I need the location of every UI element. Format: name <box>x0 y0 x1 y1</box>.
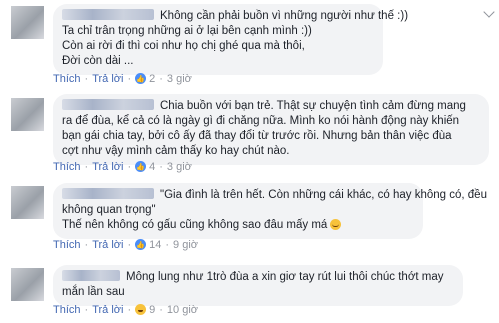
commenter-name[interactable] <box>62 9 154 20</box>
reaction-count: 4 <box>149 161 156 173</box>
smile-emoji-icon <box>330 219 342 230</box>
reaction-summary[interactable]: 9 <box>135 304 155 316</box>
comment-text-line: "Gia đình là trên hết. Còn những cái khá… <box>160 189 487 201</box>
comment-text-line: mắn lần sau <box>62 286 125 298</box>
comment-text-line: bạn gái chia tay, bởi cô ấy đã thay đổi … <box>62 130 452 142</box>
reaction-count: 14 <box>149 239 162 251</box>
like-link[interactable]: Thích <box>53 239 81 251</box>
commenter-name[interactable] <box>62 270 120 281</box>
comment-timestamp[interactable]: 9 giờ <box>173 239 198 251</box>
comment-actions: Thích·Trả lời·4·3 giờ <box>53 160 192 175</box>
comment-text-line: Chia buồn với bạn trẻ. Thật sự chuyện tì… <box>160 100 466 112</box>
commenter-name[interactable] <box>62 188 154 199</box>
comment-timestamp[interactable]: 3 giờ <box>167 73 192 85</box>
comment-bubble: Mông lung như 1trò đùa a xin giơ tay rút… <box>53 265 463 306</box>
like-link[interactable]: Thích <box>53 304 81 316</box>
commenter-avatar[interactable] <box>11 268 44 301</box>
comment-text-line: cợt như vậy mình cảm thấy ko hay chút nà… <box>62 145 290 157</box>
reply-link[interactable]: Trả lời <box>92 73 123 85</box>
commenter-avatar[interactable] <box>11 98 44 131</box>
commenter-name[interactable] <box>62 99 154 110</box>
comment-text-line: Mông lung như 1trò đùa a xin giơ tay rút… <box>126 271 444 283</box>
comment-bubble: Không cần phải buồn vì những người như t… <box>53 4 408 75</box>
reaction-count: 2 <box>149 73 156 85</box>
comment-actions: Thích·Trả lời·2·3 giờ <box>53 72 192 87</box>
comment-text-line: không quan trọng" <box>62 204 156 216</box>
comment-text-line: Còn ai rời đi thì coi như họ chị ghé qua… <box>62 40 305 52</box>
comment-text-line: Ta chỉ trân trọng những ai ở lại bên cạn… <box>62 25 312 37</box>
reaction-count: 9 <box>149 304 156 316</box>
comment-options-icon[interactable] <box>483 6 495 18</box>
comment-actions: Thích·Trả lời·14·9 giờ <box>53 238 198 253</box>
like-link[interactable]: Thích <box>53 161 81 173</box>
comment-text-line: Không cần phải buồn vì những người như t… <box>160 10 409 22</box>
comment-text-line: ra để đùa, kể cả có là ngày gì đi chăng … <box>62 115 460 127</box>
comment-bubble: "Gia đình là trên hết. Còn những cái khá… <box>53 183 487 239</box>
like-reaction-icon <box>135 161 147 175</box>
comment-bubble: Chia buồn với bạn trẻ. Thật sự chuyện tì… <box>53 94 489 165</box>
like-link[interactable]: Thích <box>53 73 81 85</box>
reaction-summary[interactable]: 4 <box>135 161 156 175</box>
comment-timestamp[interactable]: 3 giờ <box>167 161 192 173</box>
reaction-summary[interactable]: 14 <box>135 239 162 253</box>
like-reaction-icon <box>135 239 147 253</box>
reaction-summary[interactable]: 2 <box>135 73 156 87</box>
reply-link[interactable]: Trả lời <box>92 239 123 251</box>
comment-timestamp[interactable]: 10 giờ <box>167 304 198 316</box>
laugh-reaction-icon <box>135 304 147 315</box>
comment-text-line: Đời còn dài ... <box>62 55 134 67</box>
like-reaction-icon <box>135 73 147 87</box>
commenter-avatar[interactable] <box>11 6 44 39</box>
commenter-avatar[interactable] <box>11 186 44 219</box>
reply-link[interactable]: Trả lời <box>92 304 123 316</box>
comment-text-line: Thế nên không có gấu cũng không sao đâu … <box>62 219 328 231</box>
comment-actions: Thích · Trả lời · 9 · 10 giờ <box>53 304 198 316</box>
reply-link[interactable]: Trả lời <box>92 161 123 173</box>
